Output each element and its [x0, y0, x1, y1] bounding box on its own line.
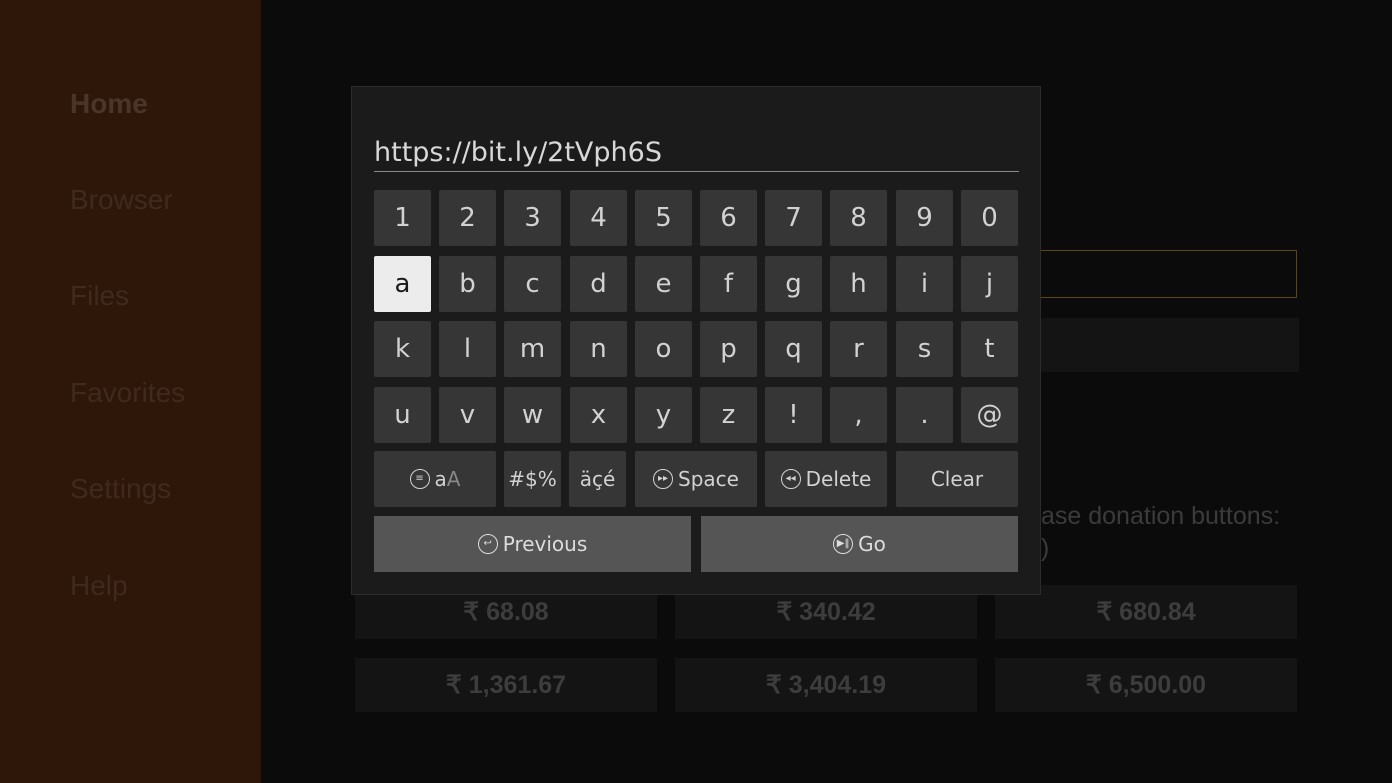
delete-key[interactable]: ◂◂ Delete	[765, 451, 887, 507]
key-t[interactable]: t	[961, 321, 1018, 377]
case-upper-label: A	[446, 467, 461, 491]
fast-forward-icon: ▸▸	[653, 469, 674, 489]
key-4[interactable]: 4	[570, 190, 627, 246]
key-r[interactable]: r	[830, 321, 887, 377]
sidebar-item-settings[interactable]: Settings	[70, 473, 171, 505]
key-n[interactable]: n	[570, 321, 627, 377]
sidebar: Home Browser Files Favorites Settings He…	[0, 0, 261, 783]
key-6[interactable]: 6	[700, 190, 757, 246]
menu-icon: ≡	[409, 469, 430, 489]
play-pause-icon: ▶‖	[833, 534, 854, 554]
key-s[interactable]: s	[896, 321, 953, 377]
key-q[interactable]: q	[765, 321, 822, 377]
key-1[interactable]: 1	[374, 190, 431, 246]
key-e[interactable]: e	[635, 256, 692, 312]
key-u[interactable]: u	[374, 387, 431, 443]
key-m[interactable]: m	[504, 321, 561, 377]
sidebar-item-files[interactable]: Files	[70, 280, 129, 312]
donation-note: ase donation buttons: )	[1041, 500, 1280, 564]
key-9[interactable]: 9	[896, 190, 953, 246]
sidebar-item-home[interactable]: Home	[70, 88, 148, 120]
key-7[interactable]: 7	[765, 190, 822, 246]
donation-note-line1: ase donation buttons:	[1041, 502, 1281, 530]
key-3[interactable]: 3	[504, 190, 561, 246]
donation-button[interactable]: ₹ 1,361.67	[355, 658, 657, 712]
accents-key[interactable]: äçé	[569, 451, 626, 507]
sidebar-item-help[interactable]: Help	[70, 570, 128, 602]
rewind-icon: ◂◂	[780, 469, 801, 489]
key-symbol[interactable]: ,	[830, 387, 887, 443]
sidebar-item-browser[interactable]: Browser	[70, 184, 173, 216]
symbols-key[interactable]: #$%	[504, 451, 561, 507]
key-x[interactable]: x	[570, 387, 627, 443]
key-l[interactable]: l	[439, 321, 496, 377]
key-5[interactable]: 5	[635, 190, 692, 246]
back-icon: ↩	[477, 534, 498, 554]
delete-label: Delete	[805, 467, 872, 491]
donation-note-line2: )	[1041, 534, 1050, 562]
key-y[interactable]: y	[635, 387, 692, 443]
key-i[interactable]: i	[896, 256, 953, 312]
key-2[interactable]: 2	[439, 190, 496, 246]
previous-label: Previous	[502, 532, 588, 556]
key-w[interactable]: w	[504, 387, 561, 443]
go-button[interactable]: ▶‖ Go	[701, 516, 1018, 572]
key-8[interactable]: 8	[830, 190, 887, 246]
key-f[interactable]: f	[700, 256, 757, 312]
keyboard-dialog: https://bit.ly/2tVph6S 1234567890abcdefg…	[351, 86, 1041, 595]
key-symbol[interactable]: @	[961, 387, 1018, 443]
donation-button[interactable]: ₹ 3,404.19	[675, 658, 977, 712]
case-lower-label: a	[434, 467, 447, 491]
key-o[interactable]: o	[635, 321, 692, 377]
key-a[interactable]: a	[374, 256, 431, 312]
space-label: Space	[678, 467, 739, 491]
clear-key[interactable]: Clear	[896, 451, 1018, 507]
key-b[interactable]: b	[439, 256, 496, 312]
go-label: Go	[858, 532, 886, 556]
case-toggle-key[interactable]: ≡ aA	[374, 451, 496, 507]
key-j[interactable]: j	[961, 256, 1018, 312]
go-button-background	[1041, 318, 1299, 372]
key-symbol[interactable]: !	[765, 387, 822, 443]
key-k[interactable]: k	[374, 321, 431, 377]
key-z[interactable]: z	[700, 387, 757, 443]
space-key[interactable]: ▸▸ Space	[635, 451, 757, 507]
key-p[interactable]: p	[700, 321, 757, 377]
sidebar-item-favorites[interactable]: Favorites	[70, 377, 185, 409]
donation-button[interactable]: ₹ 6,500.00	[995, 658, 1297, 712]
previous-button[interactable]: ↩ Previous	[374, 516, 691, 572]
key-symbol[interactable]: .	[896, 387, 953, 443]
key-v[interactable]: v	[439, 387, 496, 443]
key-0[interactable]: 0	[961, 190, 1018, 246]
url-field-background	[1041, 250, 1297, 298]
key-h[interactable]: h	[830, 256, 887, 312]
url-input[interactable]: https://bit.ly/2tVph6S	[374, 135, 1019, 172]
key-g[interactable]: g	[765, 256, 822, 312]
key-c[interactable]: c	[504, 256, 561, 312]
key-d[interactable]: d	[570, 256, 627, 312]
